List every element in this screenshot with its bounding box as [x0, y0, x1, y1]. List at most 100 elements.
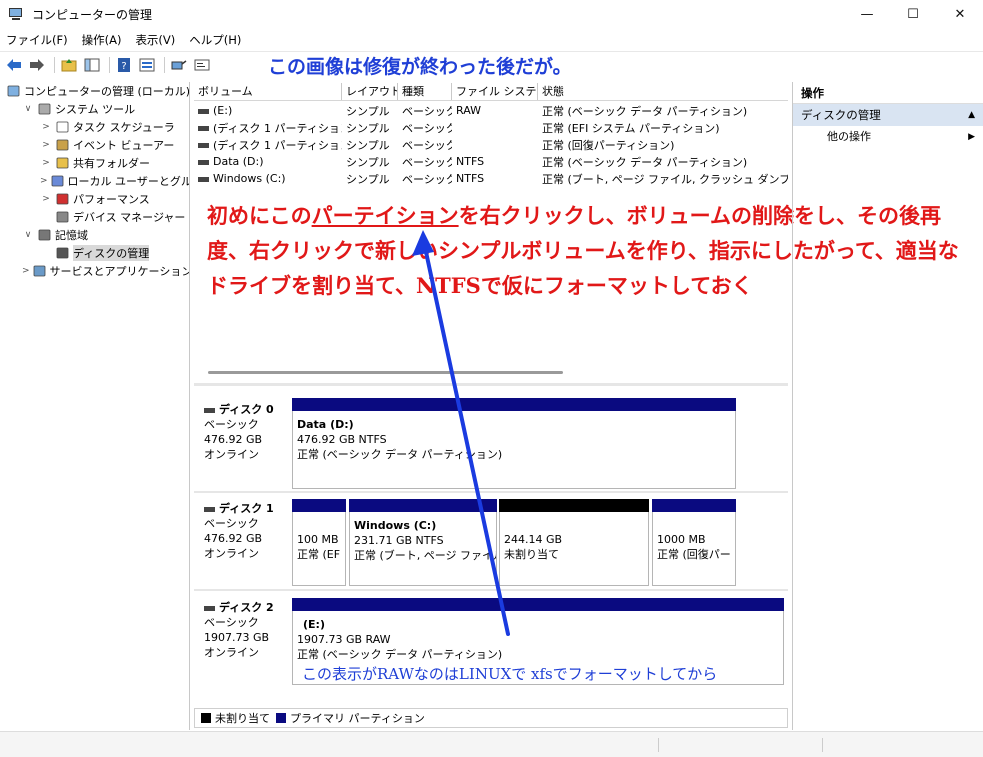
volume-type: ベーシック [402, 172, 452, 186]
partition-title: Windows (C:) [354, 519, 437, 532]
tree-item[interactable]: ∨ 記憶域 [0, 226, 189, 244]
column-filesystem[interactable]: ファイル システム [452, 83, 538, 100]
tree-item[interactable]: > サービスとアプリケーション [0, 262, 189, 280]
disk-separator [194, 589, 788, 591]
volume-row[interactable]: Windows (C:) シンプル ベーシック NTFS 正常 (ブート, ページ ファ… [194, 170, 788, 187]
partition-status: 正常 (ベーシック データ パーティション) [297, 648, 503, 661]
collapse-chevron-icon[interactable]: > [40, 158, 52, 168]
collapse-chevron-icon[interactable]: > [22, 266, 30, 276]
up-folder-icon[interactable] [59, 55, 79, 75]
properties-icon[interactable] [137, 55, 157, 75]
volume-list-hscrollbar[interactable] [196, 369, 788, 377]
tree-item-label: 共有フォルダー [73, 157, 150, 170]
minimize-button[interactable]: — [844, 0, 890, 28]
partition-bar-unallocated [499, 499, 649, 512]
toolbar-separator [54, 56, 55, 73]
partition-recovery[interactable]: 1000 MB 正常 (回復パー [652, 512, 736, 586]
volume-cell-name: (ディスク 1 パーティション 1) [194, 120, 342, 136]
menu-file[interactable]: ファイル(F) [6, 32, 68, 48]
collapse-chevron-icon[interactable]: > [40, 194, 52, 204]
show-hide-tree-icon[interactable] [82, 55, 102, 75]
volume-cell-fs: NTFS [452, 155, 538, 168]
disk-1-label[interactable]: ディスク 1 ベーシック 476.92 GB オンライン [194, 501, 288, 561]
disk-2-kind: ベーシック [204, 616, 259, 629]
help-icon[interactable]: ? [114, 55, 134, 75]
maximize-button[interactable]: ☐ [890, 0, 936, 28]
scrollbar-thumb[interactable] [208, 371, 563, 374]
expand-chevron-icon[interactable]: ∨ [22, 230, 34, 240]
collapse-chevron-icon[interactable]: > [40, 176, 48, 186]
volume-cell-name: (ディスク 1 パーティション 4) [194, 137, 342, 153]
tree-item-label: ローカル ユーザーとグループ [67, 175, 189, 188]
volume-row[interactable]: (ディスク 1 パーティション 4) シンプルベーシック 正常 (回復パーティション… [194, 136, 788, 153]
volume-cell-type: ベーシック [398, 137, 452, 153]
tree-item[interactable]: > パフォーマンス [0, 190, 189, 208]
volume-row[interactable]: (E:) シンプル ベーシック RAW 正常 (ベーシック データ パーティション) [194, 102, 788, 119]
forward-arrow-icon[interactable] [27, 55, 47, 75]
partition-title: Data (D:) [297, 418, 354, 431]
tree-item[interactable]: デバイス マネージャー [0, 208, 189, 226]
column-status[interactable]: 状態 [538, 83, 788, 100]
partition-data-d[interactable]: Data (D:) 476.92 GB NTFS 正常 (ベーシック データ パ… [292, 411, 736, 489]
collapse-chevron-icon[interactable]: > [40, 122, 52, 132]
volume-layout: シンプル [346, 138, 390, 152]
tree-item-label: サービスとアプリケーション [49, 265, 190, 278]
menu-action[interactable]: 操作(A) [82, 32, 122, 48]
partition-legend: 未割り当て プライマリ パーティション [194, 708, 788, 728]
column-volume[interactable]: ボリューム [194, 83, 342, 100]
volume-cell-status: 正常 (EFI システム パーティション) [538, 120, 788, 136]
volume-name: Windows (C:) [213, 172, 286, 185]
partition-efi[interactable]: 100 MB 正常 (EF [292, 512, 346, 586]
tree-item[interactable]: > ローカル ユーザーとグループ [0, 172, 189, 190]
tree-item[interactable]: > イベント ビューアー [0, 136, 189, 154]
legend-unallocated: 未割り当て [215, 712, 270, 725]
column-layout[interactable]: レイアウト [342, 83, 398, 100]
volume-cell-type: ベーシック [398, 154, 452, 170]
tree-item[interactable]: > 共有フォルダー [0, 154, 189, 172]
device-manager-icon [55, 210, 69, 224]
tree-item[interactable]: > タスク スケジューラ [0, 118, 189, 136]
back-arrow-icon[interactable] [4, 55, 24, 75]
disk-0-name: ディスク 0 [204, 402, 288, 417]
toolbar-separator [109, 56, 110, 73]
tree-item[interactable]: ∨ システム ツール [0, 100, 189, 118]
partition-size: 1000 MB [657, 533, 706, 546]
volume-cell-status: 正常 (ブート, ページ ファイル, クラッシュ ダンプ, ベーシ [538, 171, 788, 187]
volume-fs: RAW [456, 104, 481, 117]
console-icon[interactable] [192, 55, 212, 75]
partition-unallocated[interactable]: 244.14 GB 未割り当て [499, 512, 649, 586]
menu-view[interactable]: 表示(V) [135, 32, 175, 48]
partition-bar-primary [349, 499, 497, 512]
volume-cell-type: ベーシック [398, 171, 452, 187]
performance-icon [55, 192, 69, 206]
volume-cell-layout: シンプル [342, 137, 398, 153]
close-button[interactable]: ✕ [937, 0, 983, 28]
toolbar-separator [164, 56, 165, 73]
clock-icon [55, 120, 69, 134]
column-type[interactable]: 種類 [398, 83, 452, 100]
volume-row[interactable]: Data (D:) シンプル ベーシック NTFS 正常 (ベーシック データ パーティ… [194, 153, 788, 170]
tree-item[interactable]: ディスクの管理 [0, 244, 189, 262]
actions-header: 操作 [793, 82, 983, 104]
volume-name: (ディスク 1 パーティション 1) [213, 121, 342, 135]
expand-chevron-icon[interactable]: ∨ [22, 104, 34, 114]
actions-more-actions[interactable]: 他の操作 ▶ [793, 126, 983, 148]
disk-2-label[interactable]: ディスク 2 ベーシック 1907.73 GB オンライン [194, 600, 288, 660]
disk-0-label[interactable]: ディスク 0 ベーシック 476.92 GB オンライン [194, 402, 288, 462]
partition-size: 476.92 GB NTFS [297, 433, 387, 446]
disk-drive-icon [204, 506, 215, 512]
actions-disk-management[interactable]: ディスクの管理 ▲ [793, 104, 983, 126]
tree-item[interactable]: コンピューターの管理 (ローカル) [0, 82, 189, 100]
menu-help[interactable]: ヘルプ(H) [189, 32, 241, 48]
menu-bar: ファイル(F) 操作(A) 表示(V) ヘルプ(H) [0, 30, 983, 50]
collapse-chevron-icon[interactable]: > [40, 140, 52, 150]
volume-type: ベーシック [402, 104, 452, 118]
volume-cell-name: Windows (C:) [194, 172, 342, 185]
partition-windows-c[interactable]: Windows (C:) 231.71 GB NTFS 正常 (ブート, ページ… [349, 512, 497, 586]
volume-row[interactable]: (ディスク 1 パーティション 1) シンプルベーシック 正常 (EFI システム … [194, 119, 788, 136]
collapse-arrow-icon[interactable]: ▲ [968, 104, 975, 126]
connect-icon[interactable] [169, 55, 189, 75]
volume-cell-type: ベーシック [398, 120, 452, 136]
pane-splitter[interactable] [194, 383, 788, 386]
event-viewer-icon [55, 138, 69, 152]
